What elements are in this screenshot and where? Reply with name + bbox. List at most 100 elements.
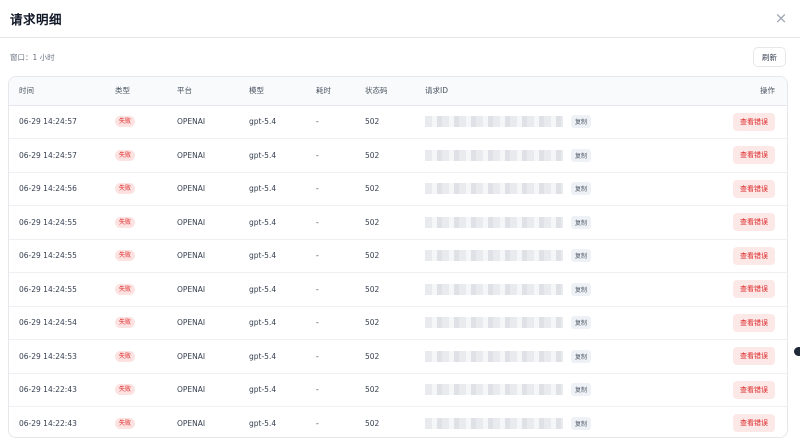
copy-button[interactable]: 复制 [571,283,591,296]
cell-actions: 查看错误 [662,172,787,206]
view-error-button[interactable]: 查看错误 [733,381,775,399]
view-error-button[interactable]: 查看错误 [733,146,775,164]
cell-request-id: 复制 [425,306,662,340]
cell-time: 06-29 14:24:57 [9,139,115,173]
table-row: 06-29 14:24:55失败OPENAIgpt-5.4-502复制查看错误 [9,239,787,273]
request-details-dialog: 请求明细 × 窗口：1 小时 刷新 时间 类型 平台 模型 耗时 状态码 请求I… [0,0,800,422]
redacted-request-id [425,183,563,194]
refresh-button[interactable]: 刷新 [753,47,786,67]
view-error-button[interactable]: 查看错误 [733,213,775,231]
cell-platform: OPENAI [177,239,249,273]
cell-platform: OPENAI [177,273,249,307]
cell-status-code: 502 [365,306,425,340]
column-header-actions: 操作 [662,77,787,105]
redacted-request-id [425,284,563,295]
cell-actions: 查看错误 [662,206,787,240]
copy-button[interactable]: 复制 [571,149,591,162]
cell-status-code: 502 [365,206,425,240]
cell-time: 06-29 14:24:57 [9,105,115,139]
cell-status-code: 502 [365,105,425,139]
cell-time: 06-29 14:24:55 [9,206,115,240]
cell-platform: OPENAI [177,105,249,139]
column-header-duration: 耗时 [316,77,365,105]
table-row: 06-29 14:24:55失败 OPENAIgpt-5.4-502 复制 查看错误 [9,273,787,307]
status-badge: 失败 [115,150,135,161]
cell-time: 06-29 14:24:56 [9,172,115,206]
cell-status-code: 502 [365,273,425,307]
copy-button[interactable]: 复制 [571,417,591,430]
status-badge: 失败 [115,418,135,429]
cell-platform: OPENAI [177,139,249,173]
cell-time: 06-29 14:24:54 [9,306,115,340]
copy-button[interactable]: 复制 [571,216,591,229]
cell-time: 06-29 14:24:55 [9,273,115,307]
copy-button[interactable]: 复制 [571,115,591,128]
request-table: 时间 类型 平台 模型 耗时 状态码 请求ID 操作 06-29 14:24:5… [8,76,788,438]
cell-platform: OPENAI [177,206,249,240]
column-header-status-code: 状态码 [365,77,425,105]
close-icon[interactable]: × [772,10,790,28]
cell-duration: - [316,273,365,307]
table-row: 06-29 14:24:55失败OPENAIgpt-5.4-502复制查看错误 [9,206,787,240]
cell-status-code: 502 [365,407,425,438]
copy-button[interactable]: 复制 [571,350,591,363]
cell-duration: - [316,139,365,173]
status-badge: 失败 [115,284,135,295]
table-row: 06-29 14:24:57失败OPENAIgpt-5.4-502复制查看错误 [9,139,787,173]
cell-status-code: 502 [365,340,425,374]
cell-duration: - [316,373,365,407]
view-error-button[interactable]: 查看错误 [733,314,775,332]
status-badge: 失败 [115,217,135,228]
cell-request-id: 复制 [425,206,662,240]
table-row: 06-29 14:24:53失败OPENAIgpt-5.4-502复制查看错误 [9,340,787,374]
redacted-request-id [425,317,563,328]
table-row: 06-29 14:24:57失败OPENAIgpt-5.4-502复制查看错误 [9,105,787,139]
view-error-button[interactable]: 查看错误 [733,347,775,365]
view-error-button[interactable]: 查看错误 [733,280,775,298]
cell-status-code: 502 [365,373,425,407]
view-error-button[interactable]: 查看错误 [733,414,775,432]
cell-time: 06-29 14:24:53 [9,340,115,374]
cell-actions: 查看错误 [662,340,787,374]
view-error-button[interactable]: 查看错误 [733,247,775,265]
cell-platform: OPENAI [177,306,249,340]
cell-model: gpt-5.4 [249,373,316,407]
copy-button[interactable]: 复制 [571,182,591,195]
redacted-request-id [425,418,563,429]
cell-type: 失败 [115,172,177,206]
view-error-button[interactable]: 查看错误 [733,180,775,198]
column-header-request-id: 请求ID [425,77,662,105]
side-handle[interactable] [794,347,800,356]
cell-request-id: 复制 [425,373,662,407]
cell-model: gpt-5.4 [249,273,316,307]
cell-platform: OPENAI [177,172,249,206]
view-error-button[interactable]: 查看错误 [733,113,775,131]
column-header-platform: 平台 [177,77,249,105]
redacted-request-id [425,150,563,161]
cell-request-id: 复制 [425,340,662,374]
redacted-request-id [425,351,563,362]
cell-duration: - [316,105,365,139]
cell-type: 失败 [115,340,177,374]
cell-duration: - [316,340,365,374]
status-badge: 失败 [115,384,135,395]
redacted-request-id [425,217,563,228]
cell-duration: - [316,306,365,340]
cell-request-id: 复制 [425,105,662,139]
status-badge: 失败 [115,317,135,328]
column-header-type: 类型 [115,77,177,105]
cell-actions: 查看错误 [662,407,787,438]
cell-actions: 查看错误 [662,139,787,173]
copy-button[interactable]: 复制 [571,316,591,329]
copy-button[interactable]: 复制 [571,249,591,262]
cell-type: 失败 [115,407,177,438]
table-header-row: 时间 类型 平台 模型 耗时 状态码 请求ID 操作 [9,77,787,105]
cell-type: 失败 [115,239,177,273]
copy-button[interactable]: 复制 [571,383,591,396]
cell-request-id: 复制 [425,172,662,206]
cell-platform: OPENAI [177,407,249,438]
cell-actions: 查看错误 [662,105,787,139]
toolbar: 窗口：1 小时 刷新 [0,38,800,76]
cell-time: 06-29 14:24:55 [9,239,115,273]
cell-time: 06-29 14:22:43 [9,373,115,407]
